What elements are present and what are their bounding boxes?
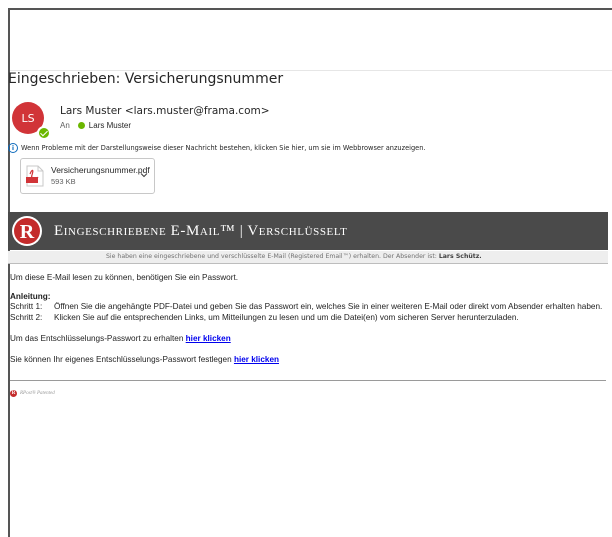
recipient-name[interactable]: Lars Muster [89,121,131,130]
intro-text: Um diese E-Mail lesen zu können, benötig… [10,273,239,282]
footer-rpost-logo-icon: R [10,390,17,397]
banner-subtitle-bar: Sie haben eine eingeschriebene und versc… [8,251,608,264]
own-password-link[interactable]: hier klicken [234,355,279,364]
content-divider [10,380,606,381]
rpost-logo-letter: R [20,221,35,243]
step-1-label: Schritt 1: [10,302,43,311]
banner-subtitle-prefix: Sie haben eine eingeschriebene und versc… [106,253,437,260]
info-icon: i [8,143,18,153]
recipient-row: An Lars Muster [60,121,131,130]
sender-name[interactable]: Lars Muster <lars.muster@frama.com> [60,105,270,117]
step-2: Schritt 2: Klicken Sie auf die entspreche… [10,313,519,322]
pdf-icon [26,165,44,187]
avatar-initials: LS [21,111,35,125]
banner-subtitle: Sie haben eine eingeschriebene und versc… [106,253,482,260]
step-2-text: Klicken Sie auf die entsprechenden Links… [54,313,519,322]
recipient-presence-icon [77,122,85,129]
instructions-heading: Anleitung: [10,292,51,301]
chevron-down-icon[interactable] [140,171,148,179]
presence-available-icon [37,126,51,140]
attachment-size: 593 KB [51,177,76,186]
attachment-card[interactable]: Versicherungsnummer.pdf 593 KB [20,158,155,194]
email-subject: Eingeschrieben: Versicherungsnummer [8,71,284,87]
registered-email-banner: R Eingeschriebene E-Mail™ | Verschlüssel… [8,212,608,250]
to-label: An [60,121,70,130]
own-password-line: Sie können Ihr eigenes Entschlüsselungs-… [10,355,279,364]
display-info-text[interactable]: Wenn Probleme mit der Darstellungsweise … [21,144,425,152]
attachment-name[interactable]: Versicherungsnummer.pdf [51,165,150,175]
footer-text: RPost® Patented [20,391,55,396]
display-info-bar[interactable]: i Wenn Probleme mit der Darstellungsweis… [8,143,425,153]
rpost-logo-icon: R [12,216,42,246]
banner-title: Eingeschriebene E-Mail™ | Verschlüsselt [54,223,348,239]
password-request-line: Um das Entschlüsselungs-Passwort zu erha… [10,334,231,343]
own-password-text: Sie können Ihr eigenes Entschlüsselungs-… [10,355,232,364]
step-1: Schritt 1: Öffnen Sie die angehängte PDF-… [10,302,602,311]
password-request-text: Um das Entschlüsselungs-Passwort zu erha… [10,334,184,343]
footer: R RPost® Patented [10,390,55,397]
password-request-link[interactable]: hier klicken [186,334,231,343]
step-1-text: Öffnen Sie die angehängte PDF-Datei und … [54,302,603,311]
banner-subtitle-sender: Lars Schütz. [438,253,482,260]
step-2-label: Schritt 2: [10,313,43,322]
toolbar-area [10,10,612,71]
